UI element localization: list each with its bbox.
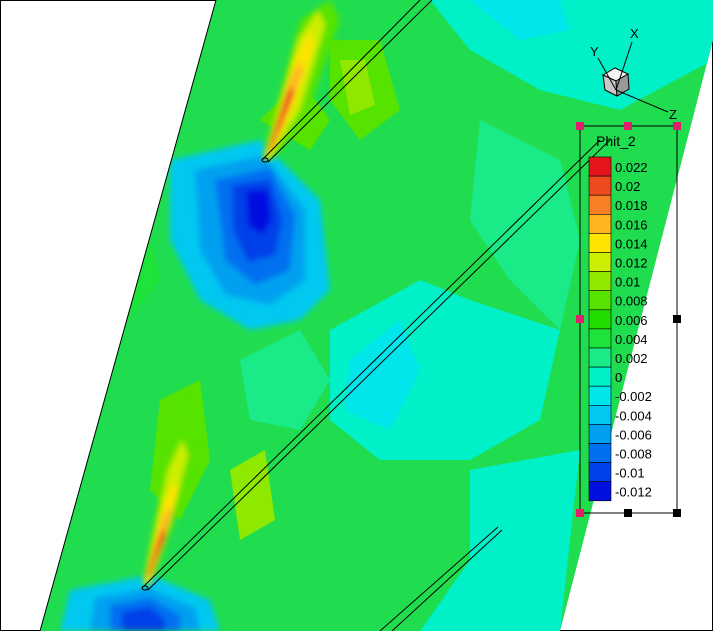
handle-mid-left[interactable] bbox=[576, 315, 584, 323]
legend-label: -0.002 bbox=[615, 389, 652, 404]
legend-swatch bbox=[588, 462, 612, 483]
handle-bottom-right[interactable] bbox=[673, 509, 681, 517]
legend-label: -0.004 bbox=[615, 408, 652, 423]
legend-title: Phit_2 bbox=[596, 133, 636, 149]
handle-top-left[interactable] bbox=[576, 122, 584, 130]
x-axis-label: X bbox=[630, 26, 639, 41]
legend-label: 0.018 bbox=[615, 198, 648, 213]
legend-label: 0.008 bbox=[615, 294, 648, 309]
legend-swatches bbox=[588, 156, 612, 502]
legend-label: 0.004 bbox=[615, 332, 648, 347]
handle-bottom-left[interactable] bbox=[576, 509, 584, 517]
handle-mid-right[interactable] bbox=[673, 315, 681, 323]
legend-swatch bbox=[588, 252, 612, 272]
handle-bottom-center[interactable] bbox=[624, 509, 632, 517]
legend-label: -0.006 bbox=[615, 427, 652, 442]
legend-swatch bbox=[588, 385, 612, 406]
legend-label: -0.01 bbox=[615, 466, 645, 481]
legend-label: 0.002 bbox=[615, 351, 648, 366]
legend-swatch bbox=[588, 404, 612, 425]
z-axis-label: Z bbox=[669, 107, 677, 122]
legend-swatch bbox=[588, 328, 612, 349]
handle-top-center[interactable] bbox=[624, 122, 632, 130]
legend-label: 0.016 bbox=[615, 217, 648, 232]
legend-label: 0.022 bbox=[615, 160, 648, 175]
legend-label: 0.014 bbox=[615, 236, 648, 251]
legend-swatch bbox=[588, 290, 612, 311]
legend-label: -0.008 bbox=[615, 447, 652, 462]
legend-swatch bbox=[588, 194, 612, 215]
legend-label: 0.006 bbox=[615, 313, 648, 328]
y-axis-label: Y bbox=[590, 44, 599, 59]
legend-swatch bbox=[588, 481, 612, 502]
legend-label: 0.01 bbox=[615, 275, 640, 290]
legend-swatch bbox=[588, 366, 612, 387]
legend-swatch bbox=[588, 309, 612, 330]
legend-swatch bbox=[588, 233, 612, 253]
legend-swatch bbox=[588, 175, 612, 196]
legend-swatch bbox=[588, 443, 612, 463]
legend-swatch bbox=[588, 347, 612, 368]
legend-label: 0.012 bbox=[615, 256, 648, 271]
legend-label: 0.02 bbox=[615, 179, 640, 194]
legend-swatch bbox=[588, 214, 612, 234]
legend-swatch bbox=[588, 424, 612, 444]
handle-top-right[interactable] bbox=[673, 122, 681, 130]
legend-label: -0.012 bbox=[615, 485, 652, 500]
legend-swatch bbox=[588, 156, 612, 177]
legend-label: 0 bbox=[615, 370, 622, 385]
legend-swatch bbox=[588, 271, 612, 292]
plot-viewport[interactable]: X Y Z Phit_2 0.022 0.02 0.018 0.016 0.014 0.0… bbox=[0, 0, 713, 631]
